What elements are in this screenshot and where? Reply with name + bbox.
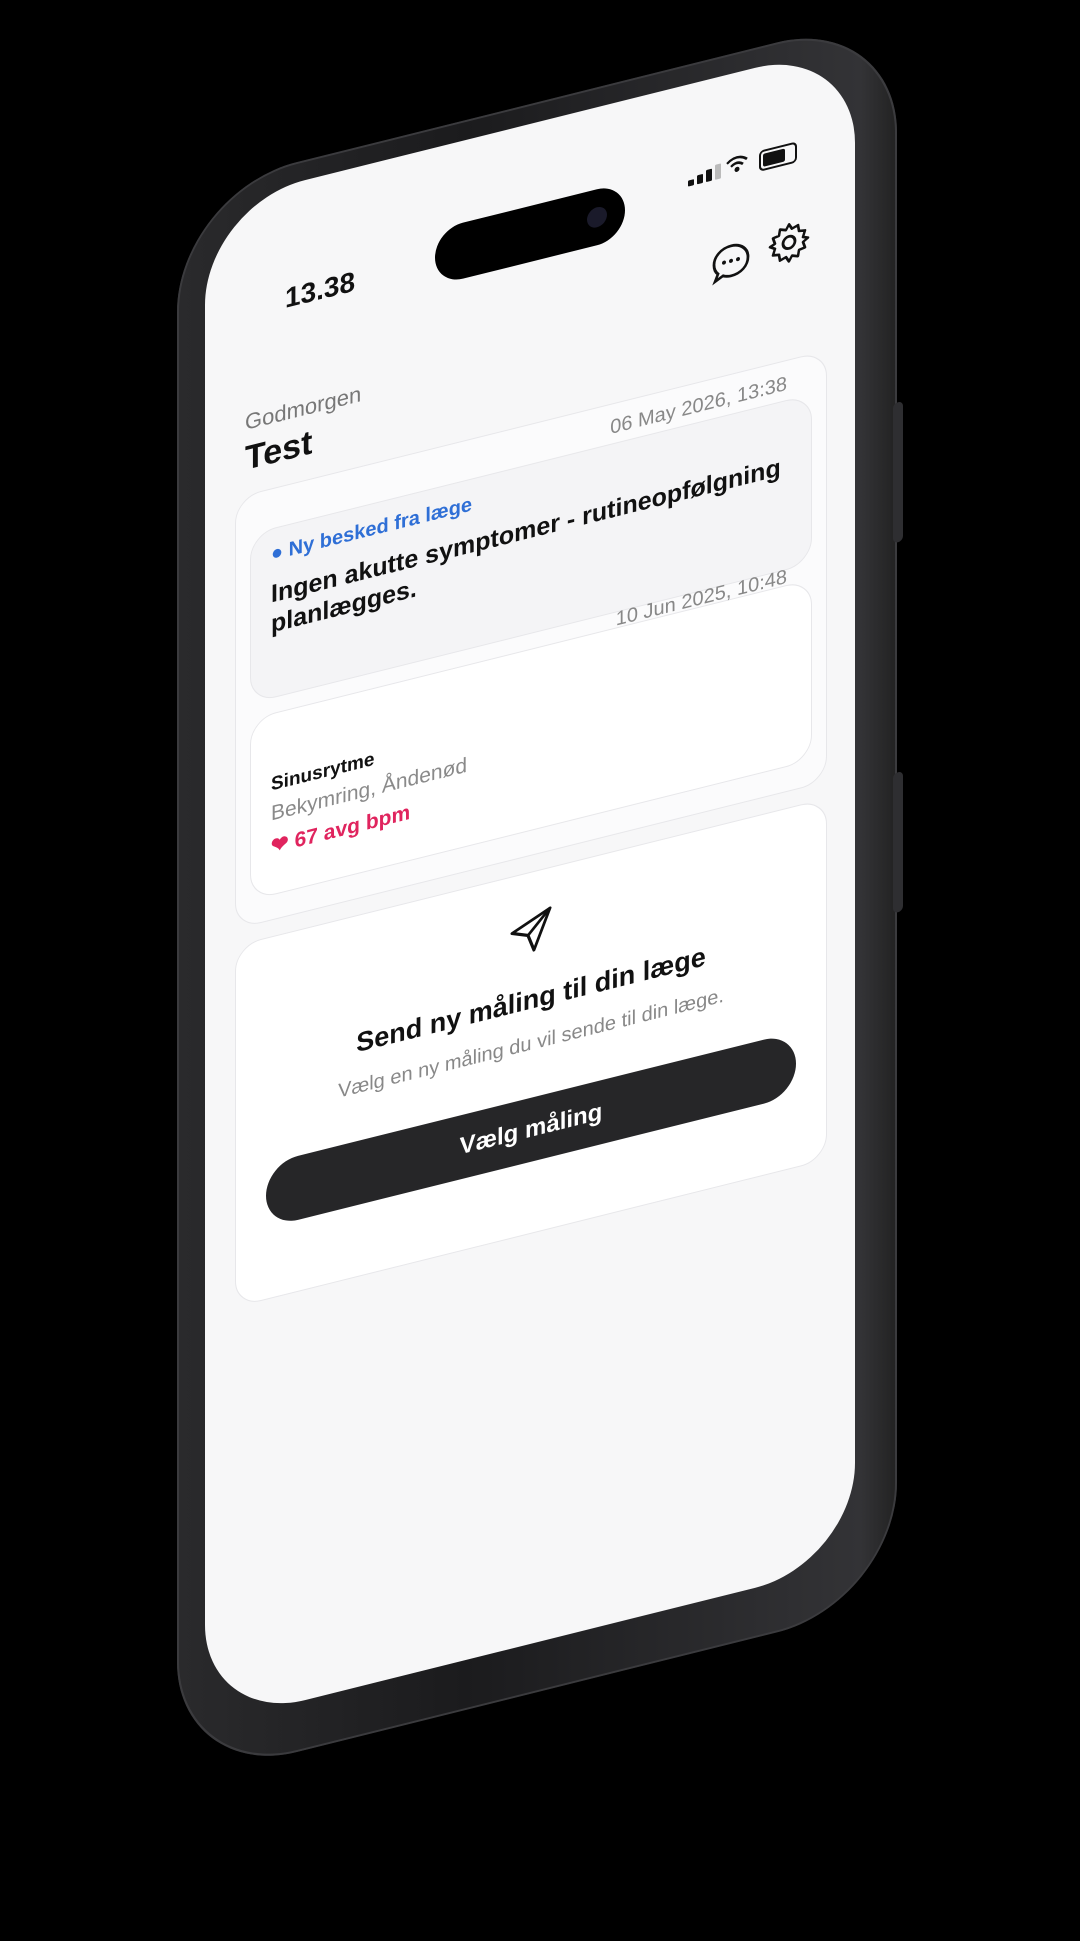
phone-mockup: 13.38 Godmorgen Test 06 May 2026, 13:38 …	[177, 12, 903, 1782]
status-bar: 13.38	[205, 43, 855, 355]
signal-icon	[688, 160, 724, 187]
gear-icon[interactable]	[768, 216, 810, 268]
chat-icon[interactable]	[710, 237, 752, 289]
send-icon	[506, 900, 556, 962]
side-button	[893, 400, 903, 544]
battery-icon	[759, 141, 797, 172]
heart-icon: ❤	[271, 831, 289, 859]
side-button	[893, 770, 903, 914]
dynamic-island	[435, 182, 625, 286]
camera-icon	[587, 204, 607, 230]
wifi-icon	[725, 151, 749, 183]
status-time: 13.38	[285, 265, 356, 315]
screen: 13.38 Godmorgen Test 06 May 2026, 13:38 …	[205, 42, 855, 1726]
